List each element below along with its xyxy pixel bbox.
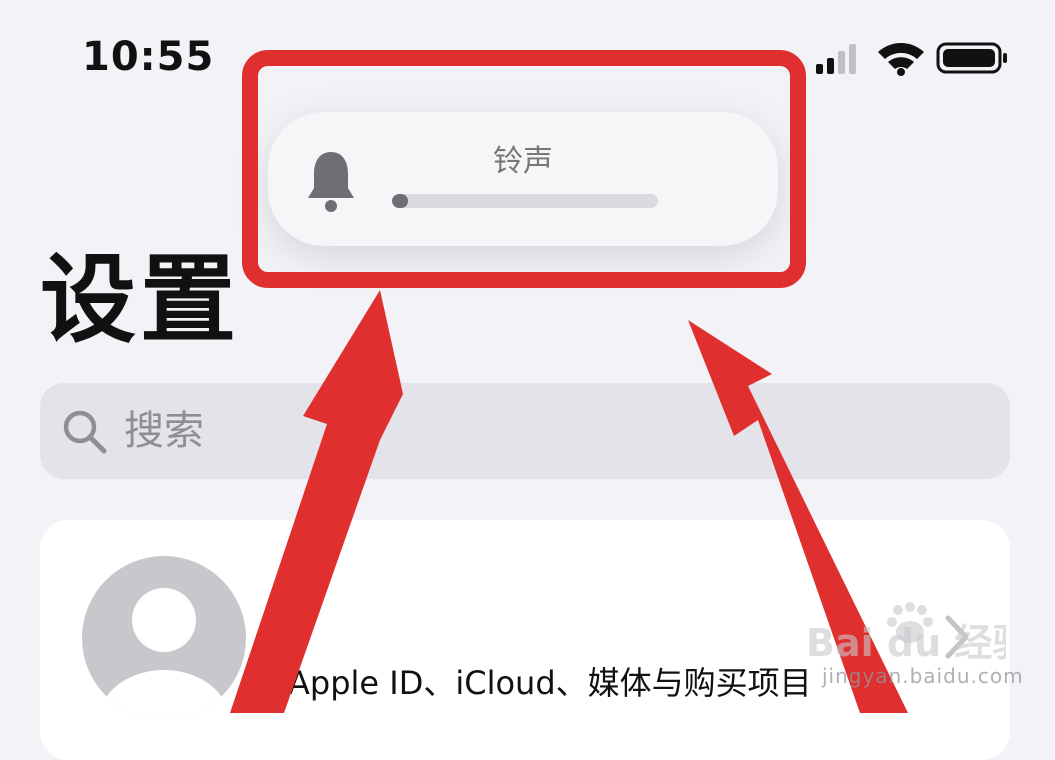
watermark-url: jingyan.baidu.com xyxy=(822,664,1024,688)
status-icons xyxy=(816,42,1007,76)
ringer-volume-hud: 铃声 xyxy=(268,112,778,246)
page-title: 设置 xyxy=(40,244,240,356)
ringer-volume-fill xyxy=(392,194,408,208)
cellular-signal-icon xyxy=(816,44,856,74)
wifi-icon xyxy=(878,43,924,76)
hud-title: 铃声 xyxy=(493,144,553,179)
search-placeholder: 搜索 xyxy=(124,408,204,454)
account-subtitle: Apple ID、iCloud、媒体与购买项目 xyxy=(288,664,812,702)
bell-icon xyxy=(308,152,354,212)
search-icon xyxy=(63,410,107,454)
status-time: 10:55 xyxy=(82,34,215,80)
ringer-volume-slider[interactable] xyxy=(392,194,658,208)
avatar-icon xyxy=(82,556,246,720)
watermark-brand: Bai du 经验 xyxy=(806,621,1006,662)
battery-icon xyxy=(936,42,1007,74)
baidu-watermark-logo: Bai du 经验 xyxy=(806,602,1006,662)
search-bar[interactable]: 搜索 xyxy=(40,383,1010,479)
